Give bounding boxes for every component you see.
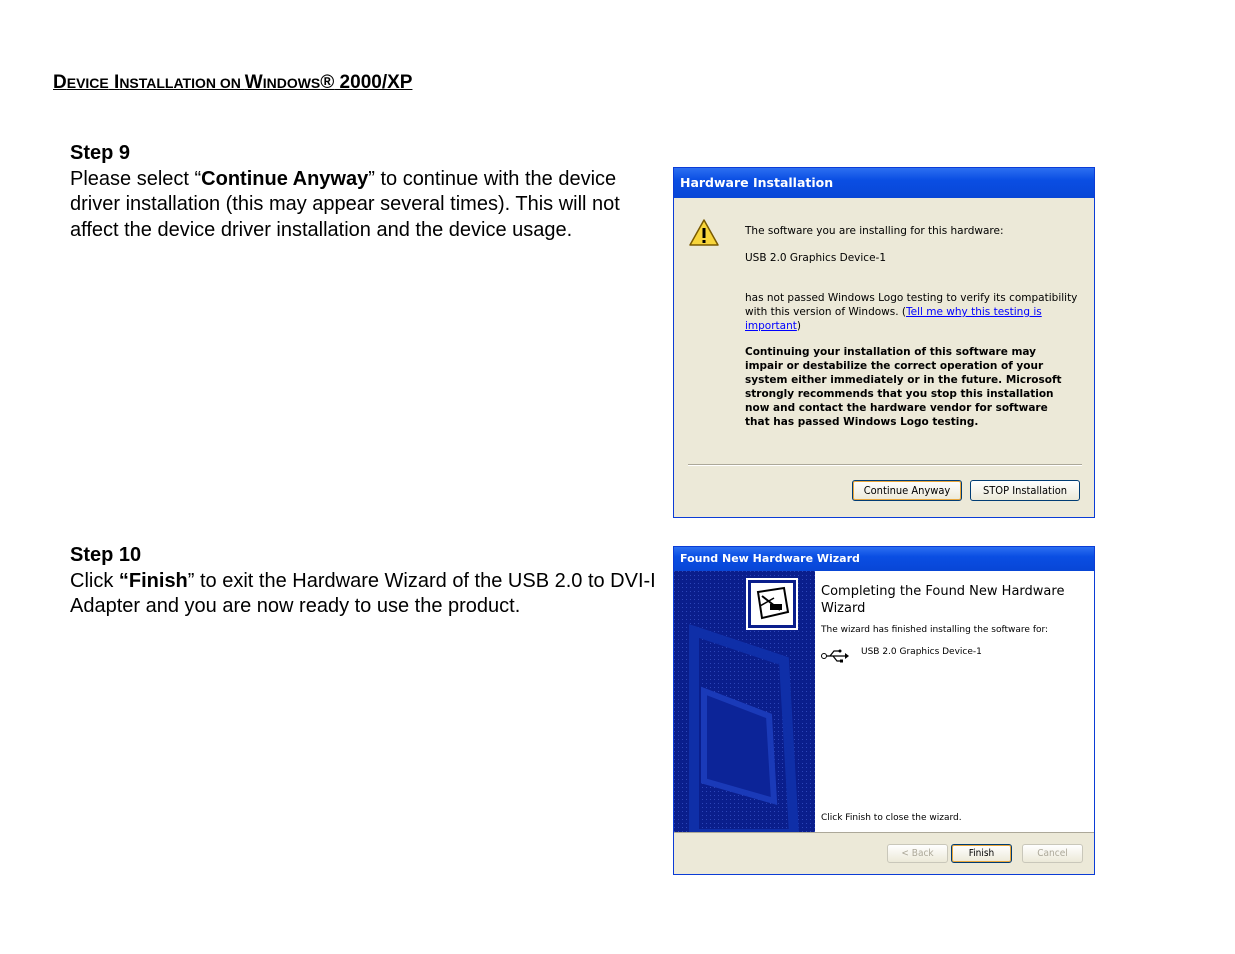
dialog-separator bbox=[688, 464, 1082, 466]
dialog-warning-text: Continuing your installation of this sof… bbox=[745, 346, 1062, 428]
hardware-installation-dialog: Hardware Installation The software you a… bbox=[673, 167, 1095, 518]
back-button[interactable]: < Back bbox=[887, 844, 948, 863]
step-9-text: Please select “Continue Anyway” to conti… bbox=[70, 167, 620, 241]
step-9: Step 9 Please select “Continue Anyway” t… bbox=[70, 141, 660, 243]
wizard-subtext: The wizard has finished installing the s… bbox=[821, 625, 1049, 635]
wizard-close-hint: Click Finish to close the wizard. bbox=[821, 813, 962, 823]
usb-icon bbox=[821, 648, 849, 667]
finish-button[interactable]: Finish bbox=[951, 844, 1012, 863]
step-10: Step 10 Click “Finish” to exit the Hardw… bbox=[70, 543, 660, 620]
warning-icon bbox=[688, 218, 720, 252]
wizard-device-name: USB 2.0 Graphics Device-1 bbox=[861, 647, 982, 657]
wizard-button-bar: < Back Finish Cancel bbox=[674, 832, 1094, 874]
found-new-hardware-wizard-dialog: Found New Hardware Wizard Completing the… bbox=[673, 546, 1095, 875]
step-10-text: Click “Finish” to exit the Hardware Wiza… bbox=[70, 569, 656, 618]
wizard-content: Completing the Found New Hardware Wizard… bbox=[815, 571, 1094, 834]
wizard-title-bar: Found New Hardware Wizard bbox=[674, 547, 1094, 571]
stop-installation-button[interactable]: STOP Installation bbox=[970, 480, 1080, 501]
wizard-heading: Completing the Found New Hardware Wizard bbox=[821, 584, 1065, 616]
wizard-side-banner bbox=[674, 571, 815, 834]
step-10-title: Step 10 bbox=[70, 544, 142, 566]
step-9-title: Step 9 bbox=[70, 142, 131, 164]
hardware-icon bbox=[750, 582, 794, 630]
dialog-logo-message: has not passed Windows Logo testing to v… bbox=[745, 292, 1078, 332]
dialog-message-intro: The software you are installing for this… bbox=[745, 225, 1004, 237]
dialog-device-name: USB 2.0 Graphics Device-1 bbox=[745, 252, 887, 264]
cancel-button[interactable]: Cancel bbox=[1022, 844, 1083, 863]
continue-anyway-button[interactable]: Continue Anyway bbox=[852, 480, 962, 501]
dialog-title-bar: Hardware Installation bbox=[674, 168, 1094, 198]
page-heading: DEVICE INSTALLATION ON WINDOWS® 2000/XP bbox=[53, 72, 413, 93]
